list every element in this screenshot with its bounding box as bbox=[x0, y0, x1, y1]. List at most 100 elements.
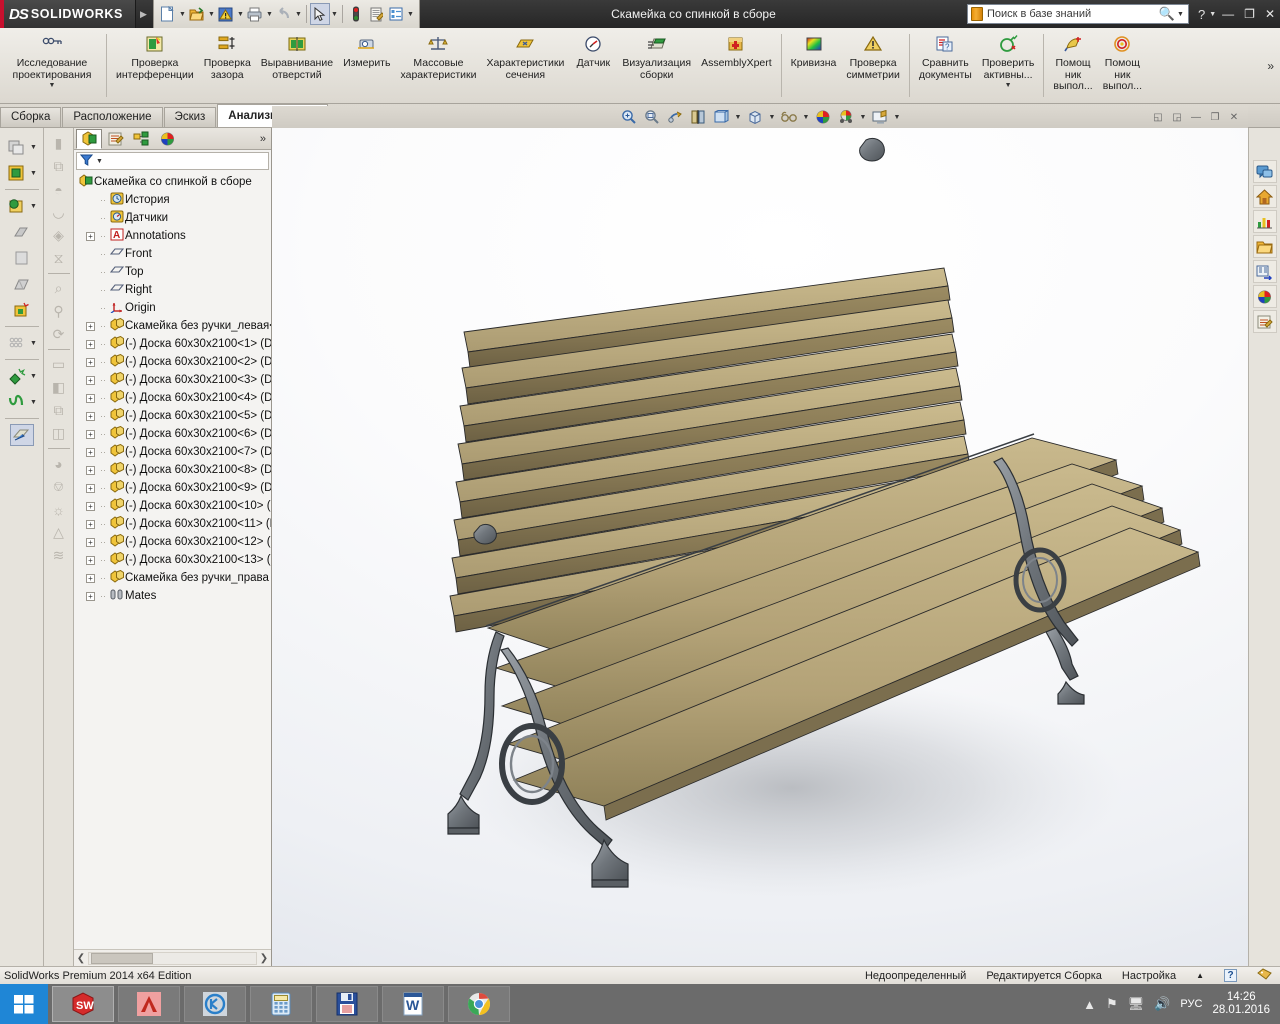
custom-properties-icon[interactable] bbox=[1252, 310, 1277, 333]
taskbar-chrome-button[interactable] bbox=[448, 986, 510, 1022]
solidworks-forum-icon[interactable] bbox=[1252, 160, 1277, 183]
restore-document-button[interactable]: ❐ bbox=[1207, 110, 1223, 124]
zebra-stripes-icon[interactable]: ◈ bbox=[47, 224, 71, 247]
undo-button[interactable] bbox=[274, 3, 294, 25]
curves-tool[interactable]: ▼ bbox=[5, 389, 39, 415]
lights-icon[interactable]: ☼ bbox=[47, 498, 71, 521]
tab-sketch[interactable]: Эскиз bbox=[163, 107, 217, 127]
close-document-button[interactable]: ✕ bbox=[1226, 110, 1242, 124]
feature-tree[interactable]: Скамейка со спинкой в сборе ·· История ·· Да… bbox=[74, 170, 271, 949]
section-view-icon[interactable] bbox=[688, 107, 709, 127]
zoom-to-area-icon[interactable] bbox=[642, 107, 663, 127]
language-indicator[interactable]: РУС bbox=[1180, 998, 1202, 1010]
scroll-left-arrow-icon[interactable]: ❮ bbox=[74, 953, 88, 964]
ribbon-assembly-visualization[interactable]: Визуализация сборки bbox=[617, 28, 696, 103]
tree-node[interactable]: + ·· Скамейка без ручки_левая< bbox=[74, 317, 271, 335]
tree-node[interactable]: + ·· (-) Доска 60x30x2100<6> (De bbox=[74, 425, 271, 443]
taskbar-solidworks-button[interactable]: SW bbox=[52, 986, 114, 1022]
ribbon-curvature[interactable]: Кривизна bbox=[786, 28, 842, 103]
tree-expand-icon[interactable]: + bbox=[86, 591, 95, 601]
document-properties-arrow-icon[interactable]: ▼ bbox=[406, 11, 415, 18]
scene-icon[interactable]: ⎊ bbox=[47, 475, 71, 498]
tree-node[interactable]: + ·· (-) Доска 60x30x2100<3> (De bbox=[74, 371, 271, 389]
shaded-view-icon[interactable]: ▮ bbox=[47, 132, 71, 155]
configuration-label[interactable]: Настройка bbox=[1122, 970, 1176, 982]
tab-layout[interactable]: Расположение bbox=[62, 107, 163, 127]
edit-component-tool[interactable]: ▼ bbox=[5, 160, 39, 186]
tree-node[interactable]: + ·· (-) Доска 60x30x2100<11> (D bbox=[74, 515, 271, 533]
network-icon[interactable]: 🖥 bbox=[1128, 996, 1145, 1012]
ribbon-compare-documents[interactable]: ? Сравнить документы bbox=[914, 28, 977, 103]
tree-node[interactable]: ·· Origin bbox=[74, 299, 271, 317]
tree-node[interactable]: + ·· (-) Доска 60x30x2100<10> (D bbox=[74, 497, 271, 515]
graphics-viewport[interactable]: Y X Z bbox=[272, 128, 1248, 966]
section-view-tool-icon[interactable]: ▭ bbox=[47, 353, 71, 376]
tree-node[interactable]: ·· История bbox=[74, 191, 271, 209]
undo-arrow-icon[interactable]: ▼ bbox=[294, 11, 303, 18]
tree-expand-icon[interactable]: + bbox=[86, 339, 95, 349]
menu-expand-arrow-icon[interactable]: ▶ bbox=[140, 9, 147, 20]
bill-of-materials-tool[interactable]: ▼ bbox=[5, 330, 39, 356]
tree-node[interactable]: + ·· Скамейка без ручки_права bbox=[74, 569, 271, 587]
display-style-tool-icon[interactable]: ◧ bbox=[47, 376, 71, 399]
display-style-icon[interactable] bbox=[745, 107, 766, 127]
windows-start-button[interactable] bbox=[0, 984, 48, 1024]
volume-icon[interactable]: 🔊 bbox=[1154, 996, 1170, 1012]
zoom-to-area-tool-icon[interactable]: ⌕ bbox=[47, 277, 71, 300]
save-document-arrow-icon[interactable]: ▼ bbox=[236, 11, 245, 18]
help-arrow-icon[interactable]: ▼ bbox=[1208, 11, 1217, 18]
view-orientation-icon[interactable] bbox=[711, 107, 732, 127]
tree-expand-icon[interactable]: + bbox=[86, 231, 95, 241]
save-document-button[interactable] bbox=[216, 3, 236, 25]
tree-expand-icon[interactable]: + bbox=[86, 447, 95, 457]
tree-node[interactable]: + ·· (-) Доска 60x30x2100<1> (De bbox=[74, 335, 271, 353]
tree-expand-icon[interactable]: + bbox=[86, 429, 95, 439]
status-help-icon[interactable]: ? bbox=[1224, 969, 1237, 982]
display-style-arrow-icon[interactable]: ▼ bbox=[768, 114, 777, 121]
change-transparency-tool[interactable] bbox=[10, 245, 34, 271]
tree-node[interactable]: + ·· (-) Доска 60x30x2100<9> (De bbox=[74, 479, 271, 497]
ribbon-check-active[interactable]: Проверить активны... ▼ bbox=[977, 28, 1040, 103]
insert-components-tool[interactable]: ▼ bbox=[5, 134, 39, 160]
ribbon-overflow-button[interactable]: » bbox=[1267, 59, 1280, 73]
new-document-arrow-icon[interactable]: ▼ bbox=[178, 11, 187, 18]
appearance-icon[interactable]: ◕ bbox=[47, 452, 71, 475]
close-button[interactable]: ✕ bbox=[1260, 7, 1280, 21]
ribbon-design-study[interactable]: Исследование проектирования ▼ bbox=[2, 28, 102, 103]
tree-expand-icon[interactable]: + bbox=[86, 321, 95, 331]
tree-node[interactable]: ·· Front bbox=[74, 245, 271, 263]
ribbon-clearance-check[interactable]: Проверка зазора bbox=[199, 28, 256, 103]
restore-right-pane-button[interactable]: ◲ bbox=[1169, 110, 1185, 124]
tree-expand-icon[interactable]: + bbox=[86, 411, 95, 421]
isolate-icon[interactable]: ◫ bbox=[47, 422, 71, 445]
insert-components-arrow-icon[interactable]: ▼ bbox=[29, 144, 39, 151]
view-settings-icon[interactable] bbox=[836, 107, 857, 127]
search-dropdown-arrow-icon[interactable]: ▼ bbox=[1177, 11, 1184, 18]
rotate-view-icon[interactable]: ⟳ bbox=[47, 323, 71, 346]
ribbon-measure[interactable]: Измерить bbox=[338, 28, 395, 103]
draft-analysis-icon[interactable]: ◓ bbox=[47, 178, 71, 201]
tree-expand-icon[interactable]: + bbox=[86, 501, 95, 511]
view-orientation-arrow-icon[interactable]: ▼ bbox=[734, 114, 743, 121]
ribbon-hole-alignment[interactable]: Выравнивание отверстий bbox=[256, 28, 338, 103]
search-icon[interactable]: 🔍 bbox=[1159, 6, 1175, 22]
help-icon[interactable]: ? bbox=[1195, 7, 1208, 22]
ribbon-performance-assistant-2[interactable]: Помощ ник выпол... bbox=[1098, 28, 1147, 103]
deviation-analysis-icon[interactable]: ◡ bbox=[47, 201, 71, 224]
hscroll-thumb[interactable] bbox=[91, 952, 153, 964]
hide-components-icon[interactable]: ⧉ bbox=[47, 399, 71, 422]
apply-scene-icon[interactable] bbox=[813, 107, 834, 127]
taskbar-autocad-button[interactable] bbox=[118, 986, 180, 1022]
hidden-lines-visible-icon[interactable]: ⧉ bbox=[47, 155, 71, 178]
taskbar-save-app-button[interactable] bbox=[316, 986, 378, 1022]
assembly-features-tool[interactable] bbox=[10, 271, 34, 297]
tree-node[interactable]: + ·· (-) Доска 60x30x2100<7> (De bbox=[74, 443, 271, 461]
open-document-button[interactable] bbox=[187, 3, 207, 25]
tree-root-node[interactable]: Скамейка со спинкой в сборе bbox=[74, 173, 271, 191]
knowledge-base-search[interactable]: Поиск в базе знаний 🔍 ▼ bbox=[966, 4, 1189, 24]
exploded-view-tool[interactable] bbox=[10, 297, 34, 323]
design-study-arrow-icon[interactable]: ▼ bbox=[49, 82, 56, 89]
view-settings-arrow-icon[interactable]: ▼ bbox=[859, 114, 868, 121]
hide-show-items-arrow-icon[interactable]: ▼ bbox=[802, 114, 811, 121]
bill-of-materials-arrow-icon[interactable]: ▼ bbox=[29, 340, 39, 347]
